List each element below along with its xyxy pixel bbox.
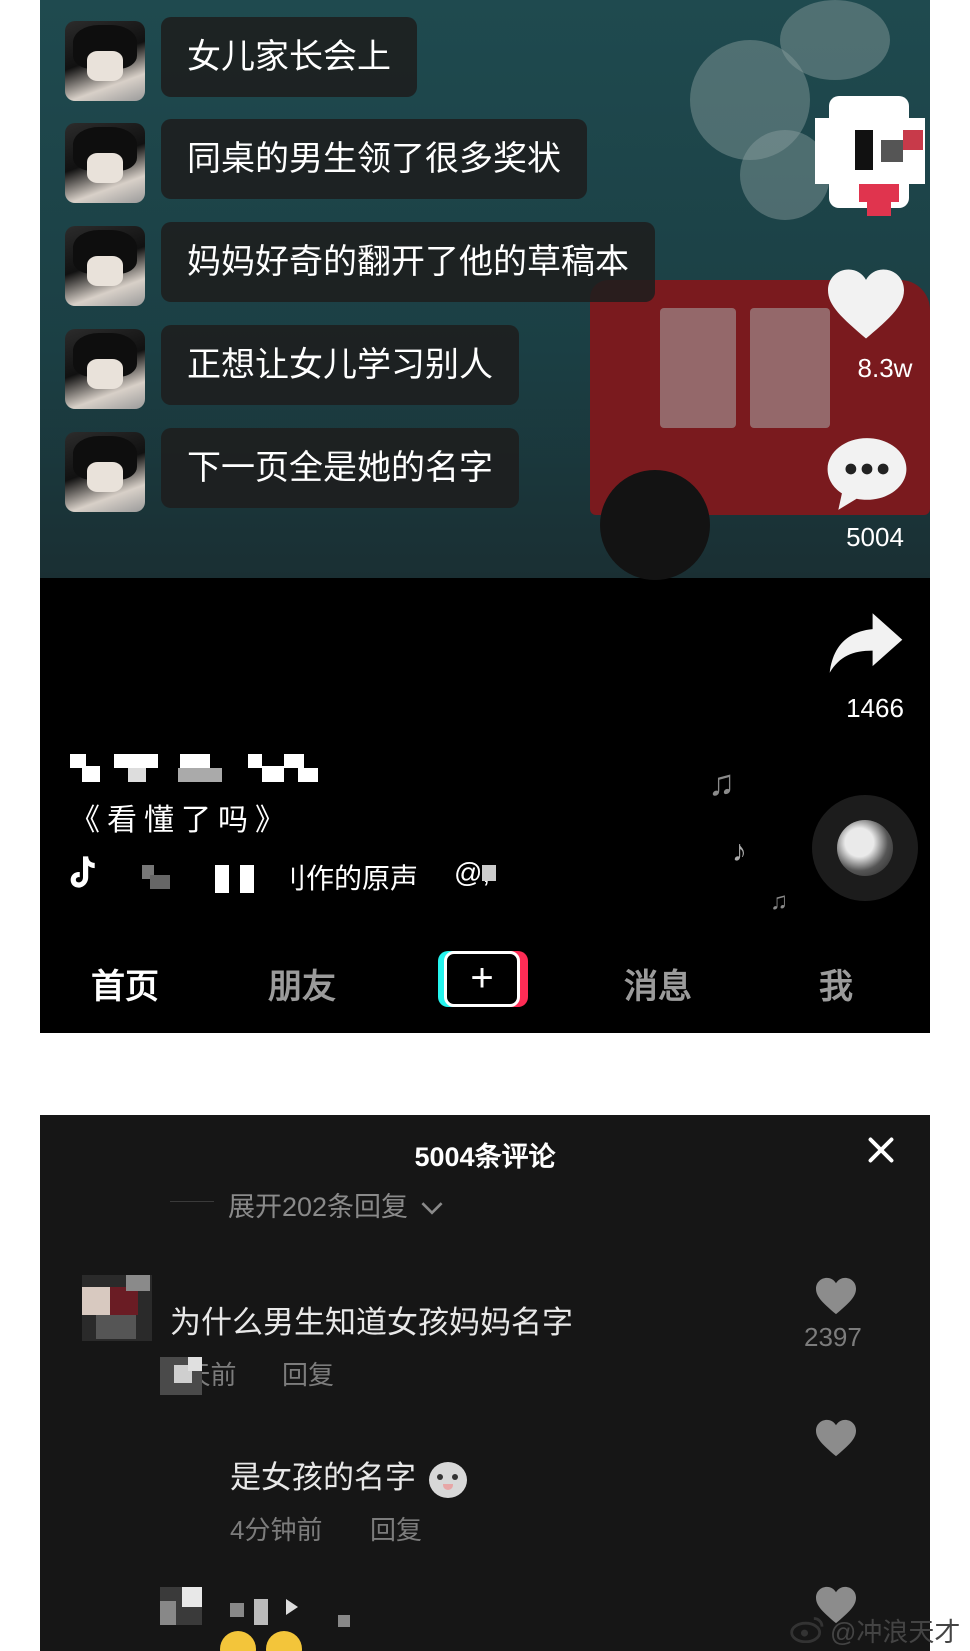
chat-bubble: 妈妈好奇的翻开了他的草稿本 — [161, 222, 655, 302]
nav-friends[interactable]: 朋友 — [232, 959, 372, 1008]
bottom-nav: 首页 朋友 + 消息 我 — [40, 935, 930, 1033]
expand-replies-label: 展开202条回复 — [228, 1192, 409, 1222]
comment-panel: 5004条评论 展开202条回复 为什么男生知道女孩妈妈名字 2天前 回复 23… — [40, 1115, 930, 1651]
comment-like-count: 2397 — [804, 1322, 862, 1352]
music-disc[interactable] — [812, 795, 918, 901]
divider — [170, 1201, 214, 1202]
creator-avatar[interactable] — [815, 96, 930, 221]
plus-icon: + — [444, 951, 520, 1007]
chat-bubble: 正想让女儿学习别人 — [161, 325, 519, 405]
create-button[interactable]: + — [438, 951, 528, 1007]
nav-home[interactable]: 首页 — [55, 959, 195, 1008]
reply-text: 是女孩的名字 — [230, 1460, 416, 1495]
heart-icon[interactable] — [823, 266, 909, 342]
comment-text: 是女孩的名字 — [230, 1452, 467, 1498]
avatar[interactable] — [160, 1587, 202, 1625]
avatar — [65, 432, 145, 512]
nav-me[interactable]: 我 — [766, 959, 906, 1008]
avatar — [65, 123, 145, 203]
video-caption[interactable]: 《看懂了吗》 — [70, 795, 292, 839]
chat-bubble: 女儿家长会上 — [161, 17, 417, 97]
reply-button[interactable]: 回复 — [282, 1355, 334, 1392]
crying-emoji-icon — [266, 1631, 302, 1651]
like-count: 8.3w — [857, 353, 913, 383]
redacted-text — [230, 1603, 244, 1617]
close-icon[interactable] — [866, 1135, 896, 1165]
share-arrow-icon[interactable] — [826, 610, 906, 676]
expand-replies-button[interactable]: 展开202条回复 — [228, 1185, 444, 1224]
heart-icon[interactable] — [814, 1276, 858, 1316]
music-note-icon: ♫ — [770, 888, 788, 915]
chevron-down-icon — [421, 1202, 443, 1215]
avatar[interactable] — [160, 1357, 202, 1395]
car-wheel — [600, 470, 710, 580]
avatar — [65, 329, 145, 409]
reply-button[interactable]: 回复 — [370, 1510, 422, 1547]
cat-emoji-icon — [428, 1461, 467, 1498]
comment-bubble-icon[interactable] — [824, 434, 910, 514]
author-name-redacted[interactable] — [70, 750, 330, 788]
heart-icon[interactable] — [814, 1418, 858, 1458]
music-note-icon: ♫ — [708, 762, 735, 803]
music-title: 刂作的原声 — [278, 863, 419, 894]
redacted-text — [286, 1599, 298, 1615]
tiktok-logo-icon — [70, 856, 95, 888]
video-player[interactable]: 女儿家长会上 同桌的男生领了很多奖状 妈妈好奇的翻开了他的草稿本 正想让女儿学习… — [40, 0, 930, 1033]
avatar[interactable] — [82, 1275, 152, 1341]
redacted-text — [338, 1615, 350, 1627]
music-note-icon: ♪ — [732, 835, 747, 868]
avatar — [65, 226, 145, 306]
nav-messages[interactable]: 消息 — [588, 959, 728, 1008]
comment-time: 4分钟前 — [230, 1515, 323, 1545]
comment-panel-title: 5004条评论 — [414, 1142, 556, 1172]
background-blob — [780, 0, 890, 80]
redacted-text — [254, 1599, 268, 1625]
crying-emoji-icon — [220, 1631, 256, 1651]
weibo-icon — [790, 1617, 824, 1643]
chat-bubble: 同桌的男生领了很多奖状 — [161, 119, 587, 199]
chat-bubble: 下一页全是她的名字 — [161, 428, 519, 508]
share-count: 1466 — [846, 693, 904, 723]
watermark-text: @冲浪天才 — [830, 1617, 961, 1647]
avatar — [65, 21, 145, 101]
comment-text: 为什么男生知道女孩妈妈名字 — [170, 1305, 573, 1340]
comment-count: 5004 — [846, 522, 904, 552]
